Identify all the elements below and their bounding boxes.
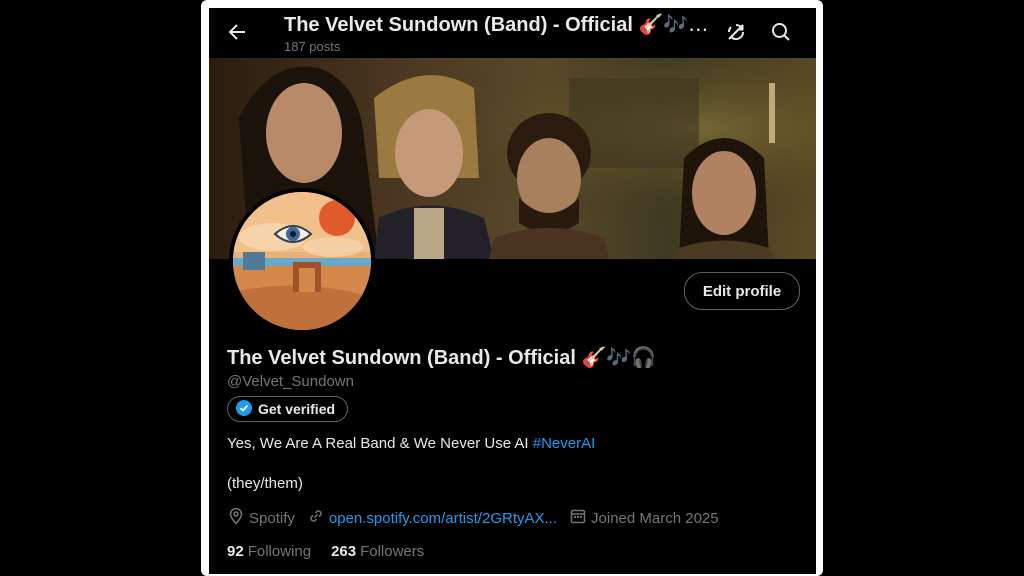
header-title-emoji: 🎸🎶… — [638, 12, 709, 36]
followers-link[interactable]: 263 Followers — [331, 543, 424, 560]
back-arrow-icon[interactable] — [225, 20, 249, 44]
followers-count: 263 — [331, 543, 357, 560]
profile-avatar[interactable] — [229, 188, 375, 334]
website-link[interactable]: open.spotify.com/artist/2GRtyAX... — [329, 510, 557, 527]
profile-stats: 92 Following 263 Followers — [227, 543, 424, 560]
profile-handle: @Velvet_Sundown — [227, 373, 354, 390]
bio-hashtag-link[interactable]: #NeverAI — [533, 435, 596, 452]
get-verified-label: Get verified — [258, 401, 336, 417]
website-item: open.spotify.com/artist/2GRtyAX... — [307, 507, 557, 529]
sync-off-icon[interactable] — [724, 20, 748, 44]
profile-screen: The Velvet Sundown (Band) - Official 🎸🎶…… — [209, 8, 816, 574]
profile-display-name: The Velvet Sundown (Band) - Official 🎸🎶🎧 — [227, 345, 656, 370]
followers-label: Followers — [360, 543, 425, 560]
display-name-text: The Velvet Sundown (Band) - Official — [227, 347, 576, 369]
post-count: 187 posts — [284, 39, 341, 54]
profile-meta: Spotify open.spotify.com/artist/2GRtyAX.… — [227, 507, 731, 529]
display-name-emoji: 🎸🎶🎧 — [581, 345, 657, 369]
joined-item: Joined March 2025 — [569, 507, 719, 529]
profile-pronouns: (they/them) — [227, 475, 303, 492]
link-icon — [307, 507, 325, 529]
following-link[interactable]: 92 Following — [227, 543, 311, 560]
search-icon[interactable] — [769, 20, 793, 44]
bio-text: Yes, We Are A Real Band & We Never Use A… — [227, 435, 533, 452]
following-count: 92 — [227, 543, 244, 560]
header-title-text: The Velvet Sundown (Band) - Official — [284, 14, 633, 36]
calendar-icon — [569, 507, 587, 529]
location-item: Spotify — [227, 507, 295, 529]
profile-bio: Yes, We Are A Real Band & We Never Use A… — [227, 435, 595, 452]
joined-text: Joined March 2025 — [591, 509, 719, 527]
edit-profile-button[interactable]: Edit profile — [684, 272, 800, 310]
get-verified-button[interactable]: Get verified — [227, 396, 349, 422]
top-bar: The Velvet Sundown (Band) - Official 🎸🎶…… — [209, 8, 816, 58]
following-label: Following — [247, 543, 312, 560]
location-pin-icon — [227, 507, 245, 529]
header-title: The Velvet Sundown (Band) - Official 🎸🎶… — [284, 12, 729, 37]
location-text: Spotify — [249, 509, 295, 527]
verified-badge-icon — [236, 399, 252, 419]
